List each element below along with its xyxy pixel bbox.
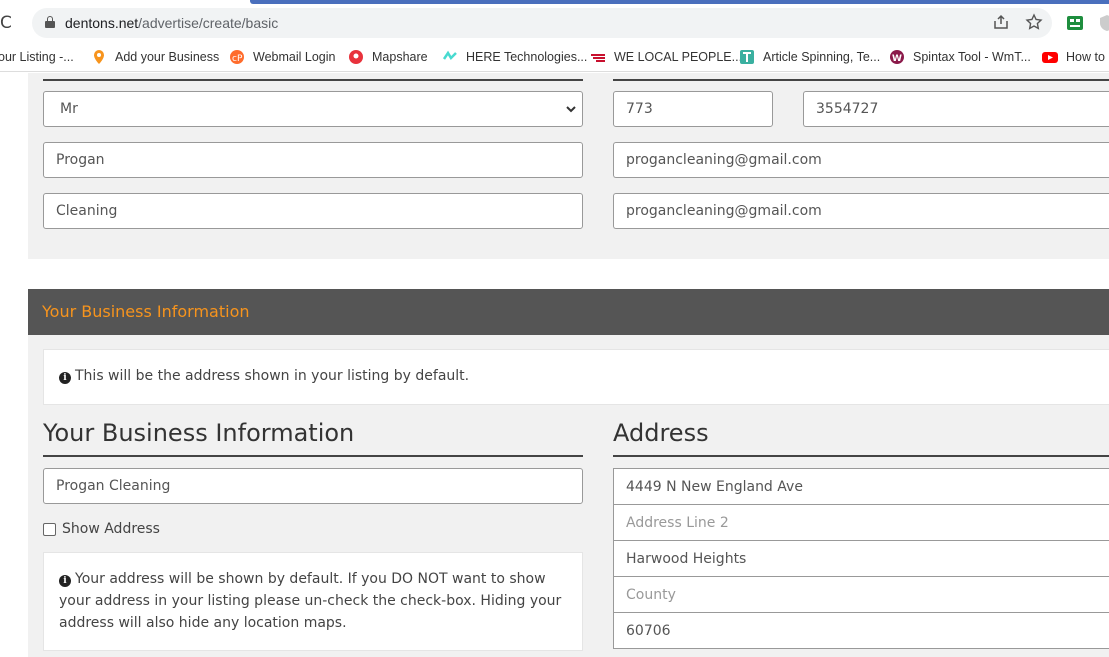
cpanel-icon: cP bbox=[230, 50, 244, 64]
address-heading: Address bbox=[613, 419, 709, 447]
phone-heading-rule bbox=[613, 79, 1109, 81]
bookmark-webmail[interactable]: cP Webmail Login bbox=[229, 48, 335, 66]
address-notice: i This will be the address shown in your … bbox=[43, 349, 1109, 405]
svg-text:cP: cP bbox=[232, 54, 243, 64]
bookmark-spintax[interactable]: W Spintax Tool - WmT... bbox=[889, 48, 1031, 66]
section-header-title: Your Business Information bbox=[42, 302, 250, 321]
bookmark-how-to[interactable]: How to bbox=[1042, 48, 1105, 66]
first-name-field[interactable]: Progan bbox=[43, 142, 583, 178]
city-field[interactable]: Harwood Heights bbox=[613, 540, 1109, 576]
bookmark-article-spinning[interactable]: Article Spinning, Te... bbox=[739, 48, 880, 66]
share-icon[interactable] bbox=[992, 13, 1010, 31]
postcode-field[interactable]: 60706 bbox=[613, 612, 1109, 649]
youtube-icon bbox=[1042, 52, 1058, 63]
shield-icon[interactable] bbox=[1098, 14, 1109, 32]
show-address-checkbox[interactable] bbox=[43, 523, 56, 536]
bookmark-mapshare[interactable]: Mapshare bbox=[348, 48, 428, 66]
business-info-heading: Your Business Information bbox=[43, 419, 355, 447]
browser-toolbar: C dentons.net/advertise/create/basic bbox=[0, 4, 1109, 42]
title-select[interactable]: Mr bbox=[43, 91, 583, 127]
spintax-icon: W bbox=[890, 50, 904, 64]
svg-text:W: W bbox=[892, 54, 902, 64]
reload-icon[interactable]: C bbox=[0, 13, 12, 33]
address-bar[interactable]: dentons.net/advertise/create/basic bbox=[32, 8, 1052, 38]
extension-icon[interactable] bbox=[1066, 14, 1084, 32]
lock-icon[interactable] bbox=[45, 16, 55, 28]
county-field[interactable]: County bbox=[613, 576, 1109, 612]
article-icon bbox=[740, 50, 754, 64]
info-icon: i bbox=[59, 575, 71, 587]
show-address-label[interactable]: Show Address bbox=[62, 521, 160, 537]
location-pin-icon bbox=[94, 50, 104, 64]
last-name-field[interactable]: Cleaning bbox=[43, 193, 583, 229]
page-content: Mr Progan Cleaning 773 3554727 progancle… bbox=[0, 73, 1109, 657]
here-icon bbox=[442, 50, 457, 61]
bookmark-listing[interactable]: our Listing -... bbox=[0, 48, 74, 66]
we-local-icon bbox=[591, 54, 605, 62]
phone-area-field[interactable]: 773 bbox=[613, 91, 773, 127]
email-confirm-field[interactable]: progancleaning@gmail.com bbox=[613, 193, 1109, 229]
bookmark-add-business[interactable]: Add your Business bbox=[91, 48, 219, 66]
info-icon: i bbox=[59, 372, 71, 384]
business-heading-rule bbox=[43, 455, 583, 457]
email-field[interactable]: progancleaning@gmail.com bbox=[613, 142, 1109, 178]
address-heading-rule bbox=[613, 455, 1109, 457]
bookmarks-bar: our Listing -... Add your Business cP We… bbox=[0, 42, 1109, 72]
bookmark-we-local[interactable]: WE LOCAL PEOPLE... bbox=[590, 48, 742, 66]
contact-heading-rule bbox=[43, 79, 583, 81]
url-text[interactable]: dentons.net/advertise/create/basic bbox=[65, 15, 278, 31]
address-fields: 4449 N New England Ave Address Line 2 Ha… bbox=[613, 468, 1109, 649]
bookmark-here[interactable]: HERE Technologies... bbox=[442, 48, 587, 66]
phone-number-field[interactable]: 3554727 bbox=[803, 91, 1109, 127]
hide-address-notice: i Your address will be shown by default. … bbox=[43, 552, 583, 651]
address-line1-field[interactable]: 4449 N New England Ave bbox=[613, 468, 1109, 504]
section-header: Your Business Information bbox=[28, 289, 1109, 335]
mapshare-icon bbox=[349, 50, 363, 64]
bookmark-star-icon[interactable] bbox=[1025, 13, 1043, 31]
address-line2-field[interactable]: Address Line 2 bbox=[613, 504, 1109, 540]
chevron-down-icon bbox=[566, 106, 576, 113]
business-name-field[interactable]: Progan Cleaning bbox=[43, 468, 583, 504]
